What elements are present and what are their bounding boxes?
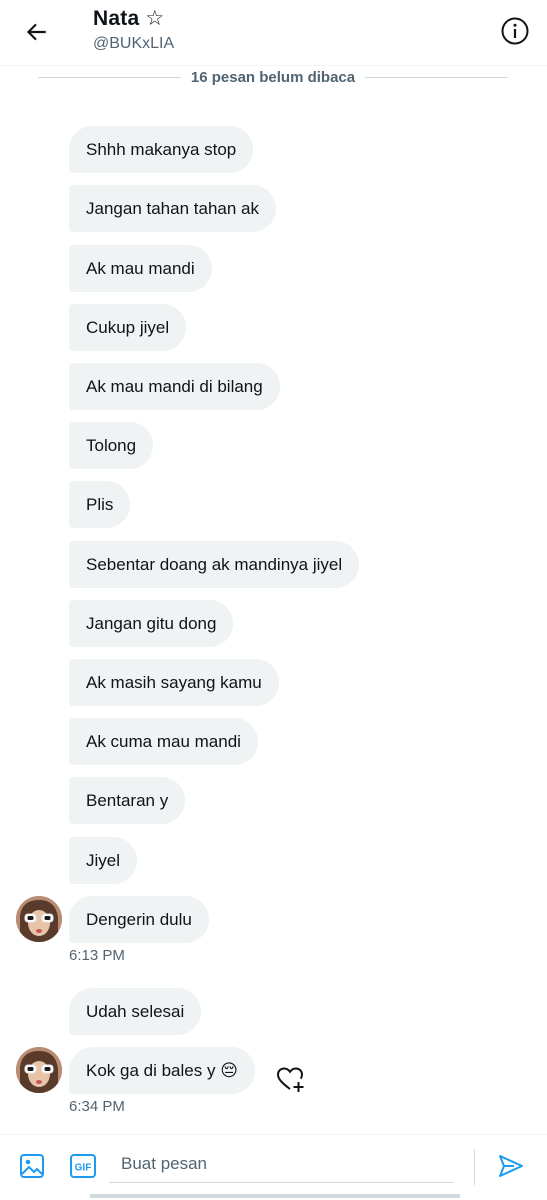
heart-plus-icon <box>276 1067 304 1092</box>
composer-divider <box>474 1149 475 1185</box>
divider-line <box>38 76 181 78</box>
message-bubble[interactable]: Ak mau mandi <box>69 245 212 292</box>
message-timestamp: 6:13 PM <box>69 947 125 964</box>
gif-label: GIF <box>75 1163 92 1174</box>
message-bubble[interactable]: Ak cuma mau mandi <box>69 718 258 765</box>
send-button[interactable] <box>496 1151 526 1181</box>
unread-divider: 16 pesan belum dibaca <box>38 66 509 88</box>
star-icon: ☆ <box>145 7 165 30</box>
message-bubble[interactable]: Sebentar doang ak mandinya jiyel <box>69 541 360 588</box>
message-timestamp: 6:34 PM <box>69 1098 125 1115</box>
profile-photo <box>16 896 62 942</box>
message-input[interactable] <box>109 1145 454 1183</box>
message-bubble[interactable]: Jangan gitu dong <box>69 600 234 647</box>
conversation-title[interactable]: Nata ☆ @BUKxLIA <box>93 6 174 54</box>
message-bubble[interactable]: Bentaran y <box>69 777 186 824</box>
message-bubble[interactable]: Udah selesai <box>69 988 202 1035</box>
message-bubble[interactable]: Ak masih sayang kamu <box>69 659 279 706</box>
contact-handle: @BUKxLIA <box>93 35 175 52</box>
message-composer: GIF <box>0 1134 547 1200</box>
message-bubble[interactable]: Kok ga di bales y 😔 <box>69 1047 255 1094</box>
avatar[interactable] <box>16 1047 62 1093</box>
avatar[interactable] <box>16 896 62 942</box>
message-bubble[interactable]: Jangan tahan tahan ak <box>69 185 276 232</box>
send-icon <box>499 1155 523 1177</box>
arrow-left-icon <box>26 23 46 41</box>
profile-photo <box>16 1047 62 1093</box>
gif-button[interactable]: GIF <box>68 1151 98 1181</box>
image-icon <box>20 1154 44 1178</box>
info-icon <box>501 17 529 45</box>
message-bubble[interactable]: Dengerin dulu <box>69 896 209 943</box>
info-button[interactable] <box>500 16 530 46</box>
message-bubble[interactable]: Cukup jiyel <box>69 304 187 351</box>
conversation-header: Nata ☆ @BUKxLIA <box>0 0 547 66</box>
message-bubble[interactable]: Shhh makanya stop <box>69 126 254 173</box>
message-bubble[interactable]: Jiyel <box>69 837 138 884</box>
message-bubble[interactable]: Plis <box>69 481 131 528</box>
back-button[interactable] <box>18 14 54 50</box>
gif-icon: GIF <box>70 1154 96 1178</box>
home-indicator <box>90 1194 460 1198</box>
media-button[interactable] <box>17 1151 47 1181</box>
react-button[interactable] <box>274 1062 308 1096</box>
contact-name: Nata <box>93 7 140 30</box>
message-bubble[interactable]: Tolong <box>69 422 154 469</box>
unread-label: 16 pesan belum dibaca <box>190 68 356 86</box>
divider-line <box>365 76 509 78</box>
message-bubble[interactable]: Ak mau mandi di bilang <box>69 363 280 410</box>
